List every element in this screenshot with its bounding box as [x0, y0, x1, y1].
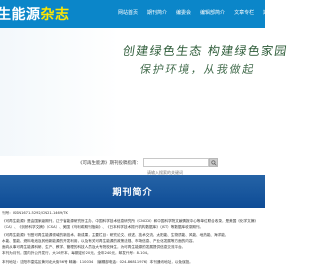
nav-item-article-column[interactable]: 文章专栏	[234, 9, 254, 16]
intro-line: 水能、氢能、燃料电池及其他新能源的开发利用，以及有关可再生能源的政策法规、市场信…	[2, 239, 197, 243]
intro-line-address: 本刊地址：沈阳市皇姑区黄河北大街56号 邮编：110034 （编辑部电话：024…	[2, 260, 193, 264]
search-bar: 《可再生能源》期刊投稿指南：	[0, 157, 265, 176]
logo-accent-text: 杂志	[40, 7, 70, 23]
nav-item-subscribe[interactable]: 期刊订阅	[263, 9, 283, 16]
banner-slogan-secondary: 保护环境，从我做起	[138, 63, 257, 76]
nav-item-editorial-office[interactable]: 编辑部简介	[200, 9, 225, 16]
search-button[interactable]	[209, 158, 218, 167]
intro-line: （CA）、《剑桥科学文摘》（CSA）、美国《乌利希期刊指南》、《日本科学技术振兴…	[2, 225, 204, 229]
nav-item-home[interactable]: 网站首页	[118, 9, 138, 16]
search-icon	[210, 159, 217, 166]
search-field[interactable]	[143, 158, 209, 176]
main-nav: 网站首页 期刊简介 编委会 编辑部简介 文章专栏 期刊订阅	[118, 9, 283, 16]
logo-main-text: 生能源	[0, 7, 41, 23]
nav-item-journal-intro[interactable]: 期刊简介	[147, 9, 167, 16]
intro-line: 《可再生能源》是由国家级期刊，辽宁省能源研究所主办，中国科学技术信息研究所（CN…	[2, 219, 258, 223]
section-title: 期刊简介	[112, 188, 153, 198]
section-header: 期刊简介	[0, 175, 265, 208]
submission-guide-link[interactable]: 《可再生能源》期刊投稿指南：	[78, 160, 141, 166]
intro-line: 本刊为月刊，国内外公开发行，大16开本，每期定价20元，全年240元，邮发代号：…	[2, 251, 151, 255]
intro-line: 面向从事可再生能源科研、生产、教学、管理的科技人员及大专院校师生，为可再生能源的…	[2, 245, 186, 249]
intro-line: 《可再生能源》刊登可再生能源领域的新技术、新成果，主要栏目：研究论文、综述、技术…	[2, 233, 229, 237]
hero-banner: 创建绿色生态 构建绿色家园 保护环境，从我做起	[0, 28, 289, 156]
nav-item-editorial-board[interactable]: 编委会	[176, 9, 191, 16]
intro-line-issn: 刊号：ISSN1671-5292/CN21-1469/TK	[2, 211, 68, 215]
banner-slogan-primary: 创建绿色生态 构建绿色家园	[121, 44, 289, 58]
journal-intro-content: 刊号：ISSN1671-5292/CN21-1469/TK 《可再生能源》是由国…	[0, 209, 265, 272]
site-logo[interactable]: 生能源杂志	[0, 4, 70, 24]
site-header: 生能源杂志 网站首页 期刊简介 编委会 编辑部简介 文章专栏 期刊订阅	[0, 0, 283, 28]
